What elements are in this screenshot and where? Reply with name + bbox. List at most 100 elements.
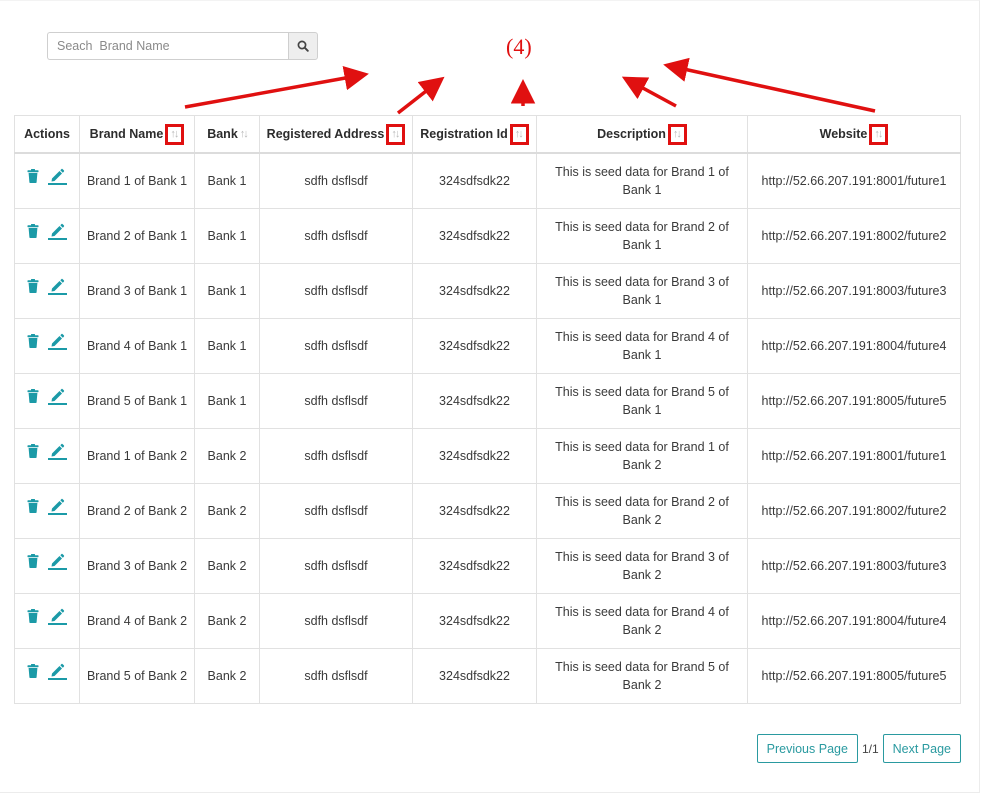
description-cell: This is seed data for Brand 4 of Bank 1 <box>536 318 748 374</box>
column-header-website[interactable]: Website ↑↓ <box>747 115 961 154</box>
trash-icon[interactable] <box>27 664 39 678</box>
registration-id-cell: 324sdfsdk22 <box>412 648 537 704</box>
trash-icon[interactable] <box>27 554 39 568</box>
column-header-registration-id[interactable]: Registration Id ↑↓ <box>412 115 537 154</box>
actions-cell <box>14 263 80 319</box>
brand-name-cell: Brand 1 of Bank 2 <box>79 428 195 484</box>
search-input[interactable] <box>47 32 289 60</box>
description-cell: This is seed data for Brand 2 of Bank 2 <box>536 483 748 539</box>
column-header-label: Actions <box>24 127 70 141</box>
bank-cell: Bank 1 <box>194 263 260 319</box>
table-row: Brand 4 of Bank 2 Bank 2 sdfh dsflsdf 324sd… <box>14 593 961 649</box>
search-bar <box>47 32 318 60</box>
website-cell: http://52.66.207.191:8005/future5 <box>747 373 961 429</box>
column-header-description[interactable]: Description ↑↓ <box>536 115 748 154</box>
trash-icon[interactable] <box>27 334 39 348</box>
registered-address-cell: sdfh dsflsdf <box>259 593 413 649</box>
bank-cell: Bank 2 <box>194 428 260 484</box>
registration-id-cell: 324sdfsdk22 <box>412 373 537 429</box>
registered-address-cell: sdfh dsflsdf <box>259 483 413 539</box>
column-header-brand-name[interactable]: Brand Name ↑↓ <box>79 115 195 154</box>
website-cell: http://52.66.207.191:8002/future2 <box>747 208 961 264</box>
sort-icon[interactable]: ↑↓ <box>509 123 529 145</box>
row-actions <box>19 608 75 625</box>
pencil-icon[interactable] <box>48 498 67 515</box>
registered-address-cell: sdfh dsflsdf <box>259 373 413 429</box>
registered-address-cell: sdfh dsflsdf <box>259 648 413 704</box>
table-row: Brand 5 of Bank 2 Bank 2 sdfh dsflsdf 324sd… <box>14 648 961 704</box>
brand-name-cell: Brand 1 of Bank 1 <box>79 152 195 209</box>
pencil-icon[interactable] <box>48 608 67 625</box>
bank-cell: Bank 1 <box>194 152 260 209</box>
registered-address-cell: sdfh dsflsdf <box>259 208 413 264</box>
brand-name-cell: Brand 4 of Bank 1 <box>79 318 195 374</box>
column-header-label: Registered Address <box>266 127 385 141</box>
registered-address-cell: sdfh dsflsdf <box>259 263 413 319</box>
registered-address-cell: sdfh dsflsdf <box>259 428 413 484</box>
table-row: Brand 5 of Bank 1 Bank 1 sdfh dsflsdf 324sd… <box>14 373 961 429</box>
table-header-row: Actions Brand Name ↑↓ Bank ↑↓ Registered… <box>14 115 961 154</box>
pencil-icon[interactable] <box>48 168 67 185</box>
sort-icon[interactable]: ↑↓ <box>667 123 687 145</box>
table-row: Brand 3 of Bank 1 Bank 1 sdfh dsflsdf 324sd… <box>14 263 961 319</box>
description-cell: This is seed data for Brand 4 of Bank 2 <box>536 593 748 649</box>
description-cell: This is seed data for Brand 1 of Bank 2 <box>536 428 748 484</box>
sort-icon[interactable]: ↑↓ <box>386 123 406 145</box>
actions-cell <box>14 428 80 484</box>
brand-name-cell: Brand 2 of Bank 2 <box>79 483 195 539</box>
website-cell: http://52.66.207.191:8002/future2 <box>747 483 961 539</box>
pencil-icon[interactable] <box>48 278 67 295</box>
pencil-icon[interactable] <box>48 223 67 240</box>
previous-page-button[interactable]: Previous Page <box>756 734 858 763</box>
registration-id-cell: 324sdfsdk22 <box>412 263 537 319</box>
pencil-icon[interactable] <box>48 663 67 680</box>
next-page-button[interactable]: Next Page <box>882 734 961 763</box>
row-actions <box>19 388 75 405</box>
pencil-icon[interactable] <box>48 443 67 460</box>
bank-cell: Bank 1 <box>194 318 260 374</box>
description-cell: This is seed data for Brand 2 of Bank 1 <box>536 208 748 264</box>
registration-id-cell: 324sdfsdk22 <box>412 152 537 209</box>
registered-address-cell: sdfh dsflsdf <box>259 152 413 209</box>
registration-id-cell: 324sdfsdk22 <box>412 428 537 484</box>
actions-cell <box>14 538 80 594</box>
website-cell: http://52.66.207.191:8004/future4 <box>747 593 961 649</box>
website-cell: http://52.66.207.191:8003/future3 <box>747 538 961 594</box>
row-actions <box>19 498 75 515</box>
trash-icon[interactable] <box>27 499 39 513</box>
registered-address-cell: sdfh dsflsdf <box>259 538 413 594</box>
table-row: Brand 2 of Bank 1 Bank 1 sdfh dsflsdf 324sd… <box>14 208 961 264</box>
column-header-registered-address[interactable]: Registered Address ↑↓ <box>259 115 413 154</box>
trash-icon[interactable] <box>27 224 39 238</box>
actions-cell <box>14 208 80 264</box>
registration-id-cell: 324sdfsdk22 <box>412 593 537 649</box>
trash-icon[interactable] <box>27 279 39 293</box>
column-header-label: Bank <box>207 127 238 141</box>
sort-icon[interactable]: ↑↓ <box>240 128 249 140</box>
brand-name-cell: Brand 3 of Bank 1 <box>79 263 195 319</box>
brand-name-cell: Brand 5 of Bank 1 <box>79 373 195 429</box>
actions-cell <box>14 648 80 704</box>
search-button[interactable] <box>288 32 318 60</box>
pencil-icon[interactable] <box>48 333 67 350</box>
trash-icon[interactable] <box>27 389 39 403</box>
row-actions <box>19 278 75 295</box>
sort-icon[interactable]: ↑↓ <box>165 123 185 145</box>
brands-table: Actions Brand Name ↑↓ Bank ↑↓ Registered… <box>14 115 961 704</box>
registration-id-cell: 324sdfsdk22 <box>412 318 537 374</box>
description-cell: This is seed data for Brand 3 of Bank 1 <box>536 263 748 319</box>
brand-name-cell: Brand 3 of Bank 2 <box>79 538 195 594</box>
website-cell: http://52.66.207.191:8005/future5 <box>747 648 961 704</box>
bank-cell: Bank 1 <box>194 208 260 264</box>
description-cell: This is seed data for Brand 5 of Bank 1 <box>536 373 748 429</box>
pencil-icon[interactable] <box>48 553 67 570</box>
website-cell: http://52.66.207.191:8004/future4 <box>747 318 961 374</box>
trash-icon[interactable] <box>27 169 39 183</box>
column-header-bank[interactable]: Bank ↑↓ <box>194 115 260 154</box>
table-body: Brand 1 of Bank 1 Bank 1 sdfh dsflsdf 324sd… <box>14 152 961 704</box>
sort-icon[interactable]: ↑↓ <box>869 123 889 145</box>
trash-icon[interactable] <box>27 609 39 623</box>
search-icon <box>297 40 309 52</box>
trash-icon[interactable] <box>27 444 39 458</box>
pencil-icon[interactable] <box>48 388 67 405</box>
